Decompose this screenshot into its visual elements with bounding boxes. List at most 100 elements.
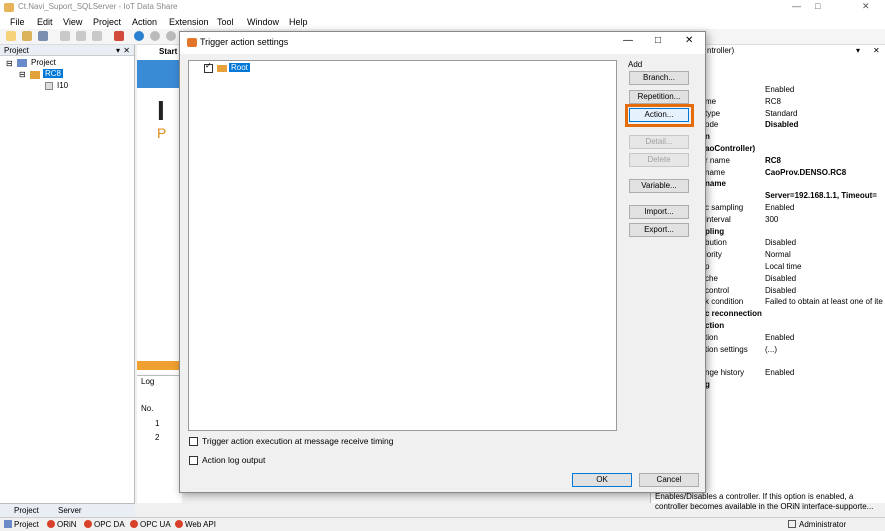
menu-window[interactable]: Window [247, 17, 279, 27]
menu-action[interactable]: Action [132, 17, 157, 27]
variable-button[interactable]: Variable... [629, 179, 689, 193]
property-key: pling [705, 226, 725, 236]
property-key: bution [705, 238, 727, 248]
stop-icon [84, 520, 92, 528]
pin-icon[interactable]: ▾ [116, 45, 120, 56]
menu-extension[interactable]: Extension [169, 17, 209, 27]
status-project-label: Project [14, 520, 39, 529]
property-value[interactable]: Disabled [765, 286, 796, 295]
trigger-tree[interactable]: ✓ Root [188, 60, 617, 431]
dialog-minimize-button[interactable]: — [623, 35, 633, 46]
dialog-title-bar: Trigger action settings — □ ✕ [180, 32, 705, 54]
property-value[interactable]: CaoProv.DENSO.RC8 [765, 168, 846, 177]
property-value[interactable]: Normal [765, 250, 791, 259]
stop-icon [130, 520, 138, 528]
maximize-button[interactable]: □ [815, 1, 820, 11]
stop-icon [47, 520, 55, 528]
tab-project[interactable]: Project [14, 506, 39, 515]
property-key: tion settings [705, 344, 748, 354]
window-title: Ct.Navi_Suport_SQLServer - IoT Data Shar… [18, 2, 178, 11]
log-row-1[interactable]: 1 [155, 419, 159, 428]
menu-edit[interactable]: Edit [37, 17, 53, 27]
property-key: type [705, 108, 721, 118]
branch-button[interactable]: Branch... [629, 71, 689, 85]
property-value[interactable]: Enabled [765, 333, 794, 342]
dialog-icon [187, 38, 197, 47]
message-timing-checkbox[interactable] [189, 437, 198, 446]
toolbox-icon[interactable] [114, 31, 124, 41]
panel-pin-icon[interactable]: ▾ [856, 46, 860, 55]
action-log-checkbox[interactable] [189, 456, 198, 465]
property-key: control [705, 285, 730, 295]
log-col-no: No. [141, 404, 154, 413]
status-orin: ORiN [47, 520, 77, 529]
controller-icon [30, 71, 40, 79]
property-key: tion [705, 332, 718, 342]
dialog-maximize-button[interactable]: □ [655, 35, 661, 46]
tree-item-i10[interactable]: I10 [57, 81, 68, 90]
project-icon [17, 59, 27, 67]
pause-icon[interactable] [150, 31, 160, 41]
copy-icon[interactable] [60, 31, 70, 41]
stop-icon[interactable] [166, 31, 176, 41]
property-value[interactable]: Disabled [765, 120, 798, 129]
detail-button[interactable]: Detail... [629, 135, 689, 149]
user-icon [788, 520, 796, 528]
status-orin-label: ORiN [57, 520, 77, 529]
property-value[interactable]: Disabled [765, 274, 796, 283]
property-value[interactable]: 300 [765, 215, 778, 224]
property-key: ode [705, 120, 719, 130]
action-log-label: Action log output [202, 455, 266, 465]
open-icon[interactable] [22, 31, 32, 41]
log-title: Log [141, 377, 155, 386]
save-icon[interactable] [38, 31, 48, 41]
property-value[interactable]: Failed to obtain at least one of ite [765, 297, 883, 306]
tab-start[interactable]: Start [159, 47, 177, 56]
project-panel: Project ▾ ✕ ⊟ Project ⊟ RC8 I10 [0, 45, 135, 503]
delete-button[interactable]: Delete [629, 153, 689, 167]
action-button[interactable]: Action... [629, 108, 689, 122]
menu-help[interactable]: Help [289, 17, 308, 27]
property-value[interactable]: Enabled [765, 368, 794, 377]
menu-view[interactable]: View [63, 17, 82, 27]
tree-expander-icon[interactable]: ⊟ [6, 59, 13, 68]
tree-item-root[interactable]: Root [229, 63, 250, 72]
ok-button[interactable]: OK [572, 473, 632, 487]
panel-close-icon[interactable]: ✕ [873, 46, 880, 55]
repetition-button[interactable]: Repetition... [629, 90, 689, 104]
dialog-close-button[interactable]: ✕ [685, 35, 693, 46]
property-value[interactable]: Enabled [765, 85, 794, 94]
cancel-button[interactable]: Cancel [639, 473, 699, 487]
status-opc-da-label: OPC DA [94, 520, 125, 529]
new-icon[interactable] [6, 31, 16, 41]
property-key: k condition [705, 297, 744, 307]
property-value[interactable]: (...) [765, 345, 777, 354]
property-value[interactable]: RC8 [765, 156, 781, 165]
minimize-button[interactable]: — [792, 1, 801, 11]
run-icon[interactable] [134, 31, 144, 41]
panel-tabs: Project Server [0, 503, 135, 517]
tree-expander-icon[interactable]: ⊟ [19, 70, 26, 79]
property-value[interactable]: Local time [765, 262, 801, 271]
import-button[interactable]: Import... [629, 205, 689, 219]
tree-item-rc8[interactable]: RC8 [43, 69, 64, 78]
tree-item-project[interactable]: Project [31, 58, 56, 67]
property-value[interactable]: Standard [765, 109, 797, 118]
export-button[interactable]: Export... [629, 223, 689, 237]
menu-tool[interactable]: Tool [217, 17, 234, 27]
log-row-2[interactable]: 2 [155, 433, 159, 442]
paste-icon[interactable] [76, 31, 86, 41]
menu-project[interactable]: Project [93, 17, 121, 27]
property-value[interactable]: Disabled [765, 238, 796, 247]
tab-server[interactable]: Server [58, 506, 82, 515]
property-value[interactable]: Server=192.168.1.1, Timeout= [765, 191, 877, 200]
property-value[interactable]: Enabled [765, 203, 794, 212]
menu-file[interactable]: File [10, 17, 25, 27]
property-key: name [705, 179, 726, 189]
property-key: me [705, 96, 717, 106]
status-project: Project [4, 520, 39, 529]
delete-icon[interactable] [92, 31, 102, 41]
close-button[interactable]: ✕ [862, 1, 870, 12]
panel-close-icon[interactable]: ✕ [123, 45, 130, 56]
property-value[interactable]: RC8 [765, 97, 781, 106]
